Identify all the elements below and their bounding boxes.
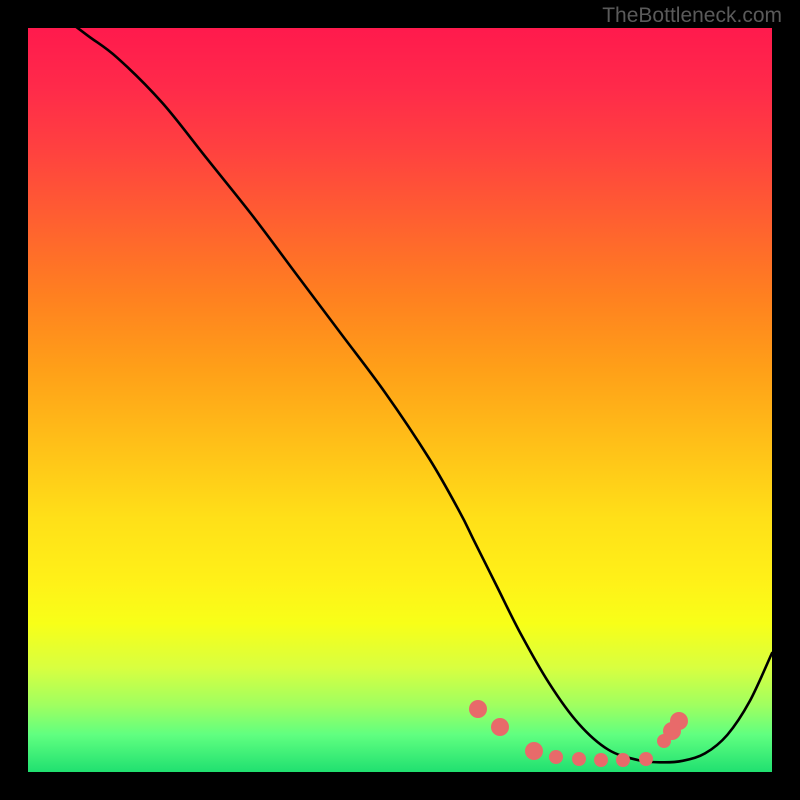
chart-marker xyxy=(469,700,487,718)
chart-marker xyxy=(594,753,608,767)
chart-marker xyxy=(616,753,630,767)
chart-marker xyxy=(549,750,563,764)
chart-marker xyxy=(670,712,688,730)
chart-marker xyxy=(572,752,586,766)
chart-marker xyxy=(525,742,543,760)
chart-plot-area xyxy=(28,28,772,772)
site-watermark: TheBottleneck.com xyxy=(602,4,782,28)
chart-curve xyxy=(28,28,772,762)
chart-marker xyxy=(639,752,653,766)
chart-curve-svg xyxy=(28,28,772,772)
chart-marker xyxy=(491,718,509,736)
